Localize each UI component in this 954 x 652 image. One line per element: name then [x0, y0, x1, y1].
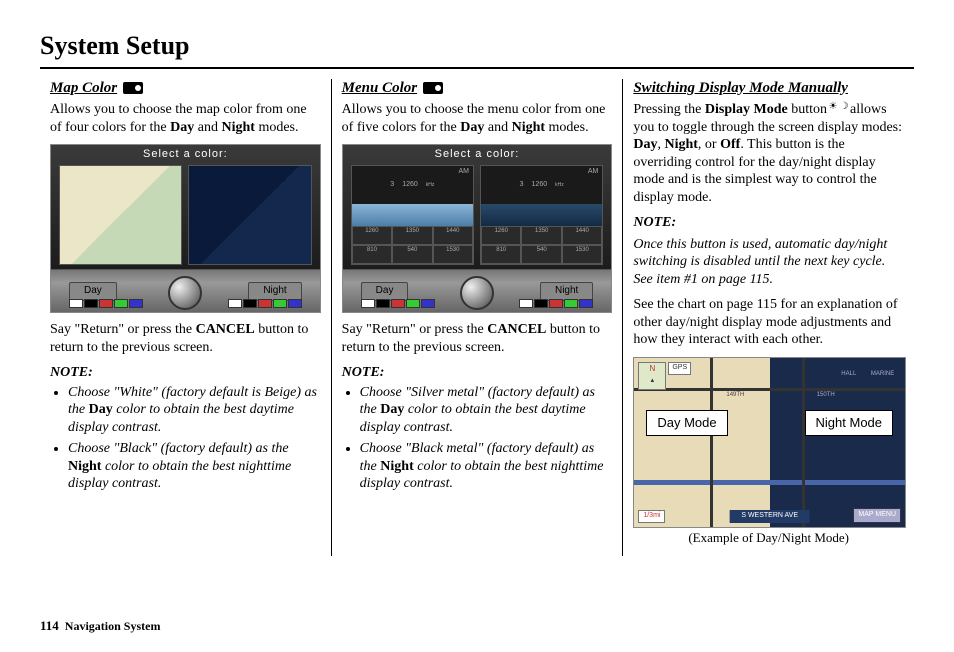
- figure-title: Select a color:: [51, 145, 320, 165]
- cancel-bold: CANCEL: [487, 322, 546, 337]
- day-night-strip: Day Night: [51, 269, 320, 312]
- radio-ch: 3: [520, 181, 524, 190]
- voice-icon: [123, 82, 143, 94]
- day-upright: Day: [380, 402, 404, 417]
- map-return-text: Say "Return" or press the CANCEL button …: [50, 321, 321, 356]
- scale-badge: 1/3mi: [638, 510, 665, 523]
- figure-caption: (Example of Day/Night Mode): [633, 530, 904, 546]
- preview-night-map: [188, 165, 311, 265]
- text: , or: [698, 137, 720, 152]
- radio-unit: kHz: [555, 182, 564, 188]
- day-bold: Day: [170, 120, 194, 135]
- day-tab[interactable]: Day: [361, 282, 409, 301]
- note-item: Choose "Black" (factory default) as the …: [68, 440, 321, 493]
- night-mode-label: Night Mode: [805, 410, 893, 436]
- text: modes.: [545, 120, 589, 135]
- cancel-bold: CANCEL: [196, 322, 255, 337]
- radio-ch: 3: [390, 181, 394, 190]
- night-upright: Night: [380, 459, 413, 474]
- day-upright: Day: [89, 402, 113, 417]
- content-columns: Map Color Allows you to choose the map c…: [40, 79, 914, 557]
- night-bold: Night: [512, 120, 545, 135]
- note-label: NOTE:: [50, 364, 321, 382]
- display-mode-note: Once this button is used, automatic day/…: [633, 236, 904, 289]
- menu-return-text: Say "Return" or press the CANCEL button …: [342, 321, 613, 356]
- voice-icon: [423, 82, 443, 94]
- column-menu-color: Menu Color Allows you to choose the menu…: [332, 79, 624, 557]
- street-149: 149TH: [726, 392, 744, 400]
- text: Say "Return" or press the: [50, 322, 196, 337]
- note-item: Choose "Silver metal" (factory default) …: [360, 384, 613, 437]
- figure-day-night-map: N▲ GPS Day Mode Night Mode 149TH 150TH M…: [633, 357, 906, 528]
- heading-menu-color: Menu Color: [342, 80, 417, 96]
- figure-title: Select a color:: [343, 145, 612, 165]
- menu-note-list: Choose "Silver metal" (factory default) …: [360, 384, 613, 493]
- figure-menu-color: Select a color: 3 1260kHz AM 12601350144…: [342, 144, 613, 313]
- page-number: 114: [40, 618, 59, 633]
- street-150: 150TH: [817, 392, 835, 400]
- radio-freq: 1260: [402, 181, 418, 190]
- column-map-color: Map Color Allows you to choose the map c…: [40, 79, 332, 557]
- map-color-intro: Allows you to choose the map color from …: [50, 101, 321, 136]
- page-footer: 114 Navigation System: [40, 618, 160, 634]
- text: modes.: [255, 120, 299, 135]
- text: button: [788, 102, 831, 117]
- note-item: Choose "White" (factory default is Beige…: [68, 384, 321, 437]
- night-swatches[interactable]: [228, 299, 302, 308]
- column-display-mode: Switching Display Mode Manually Pressing…: [623, 79, 914, 557]
- street-name: S WESTERN AVE: [729, 510, 810, 523]
- heading-display-mode: Switching Display Mode Manually: [633, 79, 904, 98]
- footer-label: Navigation System: [65, 619, 161, 633]
- note-item: Choose "Black metal" (factory default) a…: [360, 440, 613, 493]
- night-swatches[interactable]: [519, 299, 593, 308]
- day-bold: Day: [633, 137, 657, 152]
- street-marine: MARINE: [871, 371, 894, 379]
- note-label: NOTE:: [633, 214, 904, 232]
- off-bold: Off: [720, 137, 740, 152]
- radio-unit: kHz: [426, 182, 435, 188]
- page-title: System Setup: [40, 30, 914, 69]
- preview-day-menu: 3 1260kHz AM 126013501440 8105401530: [351, 165, 474, 265]
- preview-day-map: [59, 165, 182, 265]
- text: Pressing the: [633, 102, 705, 117]
- day-tab[interactable]: Day: [69, 282, 117, 301]
- display-mode-p2: See the chart on page 115 for an explana…: [633, 296, 904, 349]
- note-label: NOTE:: [342, 364, 613, 382]
- night-tab[interactable]: Night: [540, 282, 593, 301]
- compass-icon: N▲: [638, 362, 666, 390]
- display-mode-bold: Display Mode: [705, 102, 788, 117]
- text: Choose "Black" (factory default) as the: [68, 441, 289, 456]
- text: and: [194, 120, 221, 135]
- text: Say "Return" or press the: [342, 322, 488, 337]
- day-night-strip: Day Night: [343, 269, 612, 312]
- radio-am: AM: [588, 168, 599, 177]
- day-mode-label: Day Mode: [646, 410, 727, 436]
- street-hall: HALL: [841, 371, 856, 379]
- figure-map-color: Select a color: Day Night: [50, 144, 321, 313]
- day-bold: Day: [460, 120, 484, 135]
- text: and: [484, 120, 511, 135]
- night-bold: Night: [221, 120, 254, 135]
- sun-moon-icon: [831, 104, 847, 116]
- preview-night-menu: 3 1260kHz AM 126013501440 8105401530: [480, 165, 603, 265]
- night-upright: Night: [68, 459, 101, 474]
- day-swatches[interactable]: [69, 299, 143, 308]
- display-mode-p1: Pressing the Display Mode button allows …: [633, 101, 904, 206]
- heading-map-color: Map Color: [50, 80, 117, 96]
- gps-badge: GPS: [668, 362, 691, 375]
- night-tab[interactable]: Night: [248, 282, 301, 301]
- map-note-list: Choose "White" (factory default is Beige…: [68, 384, 321, 493]
- map-menu-button[interactable]: MAP MENU: [853, 508, 901, 523]
- center-knob[interactable]: [168, 276, 202, 310]
- menu-color-intro: Allows you to choose the menu color from…: [342, 101, 613, 136]
- night-bold: Night: [664, 137, 697, 152]
- center-knob[interactable]: [460, 276, 494, 310]
- radio-freq: 1260: [532, 181, 548, 190]
- text: color to obtain the best nighttime displ…: [68, 459, 291, 492]
- day-swatches[interactable]: [361, 299, 435, 308]
- radio-am: AM: [459, 168, 470, 177]
